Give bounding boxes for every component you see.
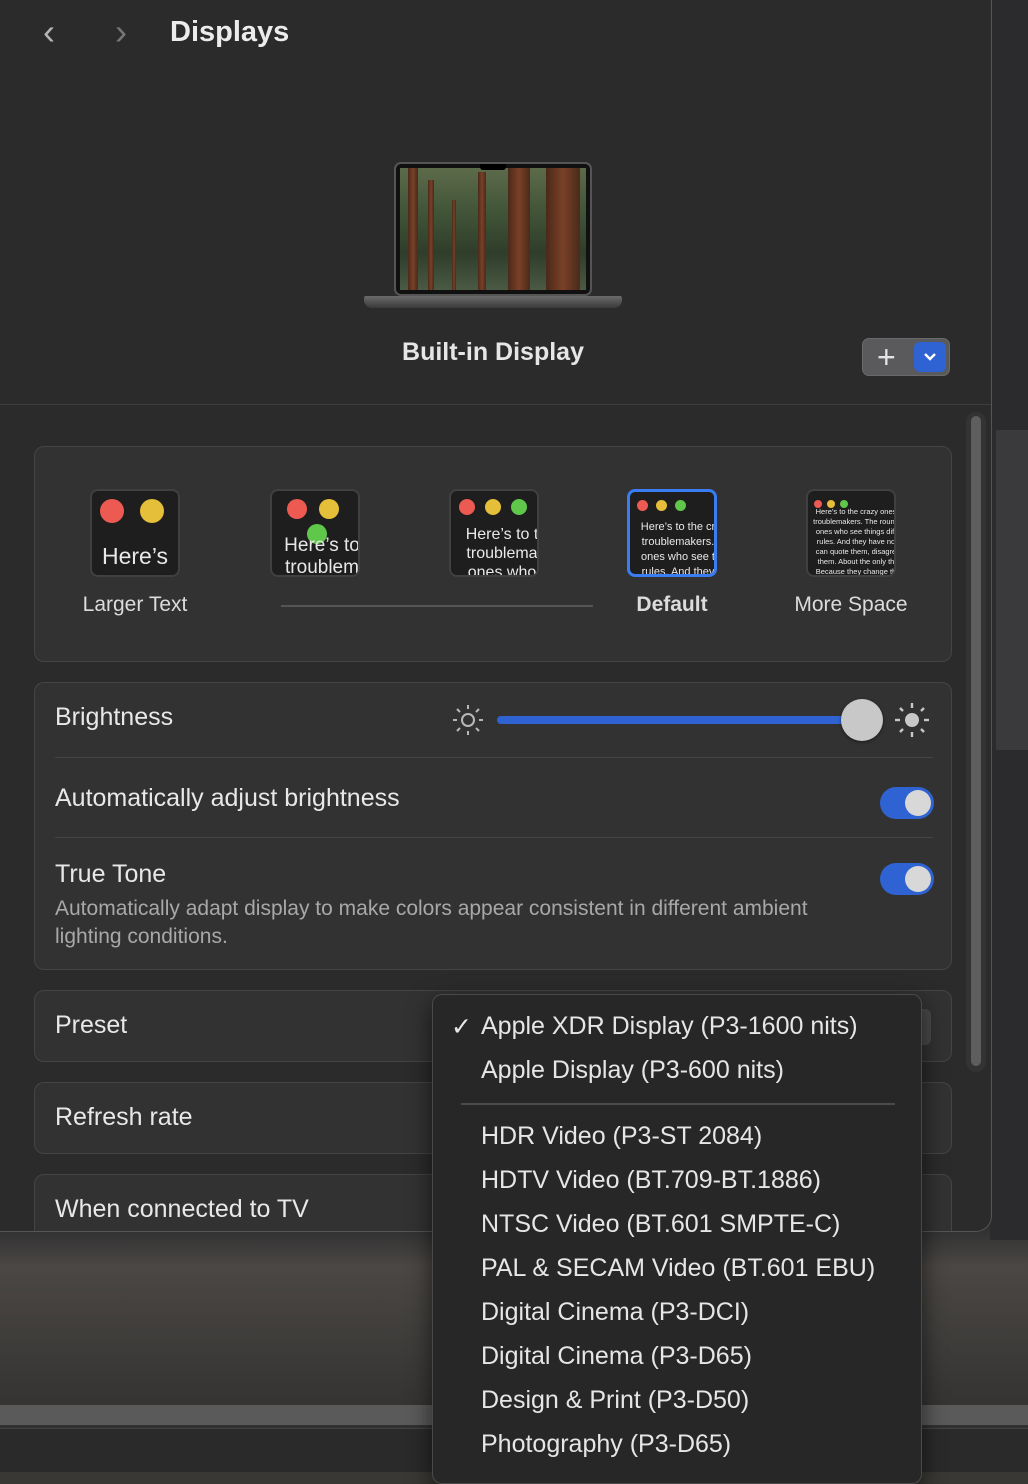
brightness-slider-track[interactable]: [497, 716, 865, 724]
menu-item-apple-xdr[interactable]: Apple XDR Display (P3-1600 nits): [481, 1012, 858, 1041]
auto-brightness-toggle[interactable]: [880, 787, 934, 819]
resolution-option-3[interactable]: Here’s to t troublema ones who: [448, 489, 540, 577]
chevron-down-icon[interactable]: [914, 342, 946, 372]
menu-item-hdtv-video[interactable]: HDTV Video (BT.709-BT.1886): [481, 1166, 821, 1195]
brightness-slider-knob[interactable]: [841, 699, 883, 741]
resolution-label: Default: [636, 593, 708, 616]
menu-separator: [461, 1103, 895, 1105]
back-icon[interactable]: ‹: [34, 14, 64, 54]
wallpaper-image: [400, 168, 586, 290]
sun-large-icon: [893, 701, 931, 744]
resolution-track: [281, 605, 593, 607]
menu-item-digital-cinema-d65[interactable]: Digital Cinema (P3-D65): [481, 1342, 752, 1371]
tv-label: When connected to TV: [55, 1195, 309, 1223]
sun-small-icon: [451, 703, 485, 742]
add-display-button[interactable]: +: [862, 338, 950, 376]
scroll-thumb[interactable]: [971, 416, 981, 1066]
menu-item-ntsc-video[interactable]: NTSC Video (BT.601 SMPTE-C): [481, 1210, 840, 1239]
display-hero: Built-in Display +: [0, 70, 991, 405]
menu-item-design-print[interactable]: Design & Print (P3-D50): [481, 1386, 749, 1415]
resolution-label: More Space: [794, 593, 908, 616]
resolution-thumbnail[interactable]: Here’s: [90, 489, 180, 577]
resolution-thumbnail[interactable]: Here’s to troublem: [270, 489, 360, 577]
menu-item-hdr-video[interactable]: HDR Video (P3-ST 2084): [481, 1122, 762, 1151]
resolution-thumbnail-selected[interactable]: Here’s to the cr troublemakers. ones who…: [627, 489, 717, 577]
true-tone-label: True Tone: [55, 860, 167, 888]
resolution-option-more-space[interactable]: Here’s to the crazy ones troublemakers. …: [794, 489, 908, 617]
resolution-option-2[interactable]: Here’s to troublem: [269, 489, 361, 577]
laptop-icon[interactable]: [364, 162, 622, 314]
resolution-thumbnail[interactable]: Here’s to t troublema ones who: [449, 489, 539, 577]
resolution-option-default[interactable]: Here’s to the cr troublemakers. ones who…: [626, 489, 718, 617]
page-title: Displays: [170, 16, 290, 48]
resolution-label: Larger Text: [82, 593, 188, 616]
menu-item-apple-display[interactable]: Apple Display (P3-600 nits): [481, 1056, 784, 1085]
preset-dropdown-menu[interactable]: ✓ Apple XDR Display (P3-1600 nits) Apple…: [432, 994, 922, 1484]
menu-item-digital-cinema-dci[interactable]: Digital Cinema (P3-DCI): [481, 1298, 749, 1327]
resolution-thumbnail[interactable]: Here’s to the crazy ones troublemakers. …: [806, 489, 896, 577]
menu-item-photography[interactable]: Photography (P3-D65): [481, 1430, 731, 1459]
plus-icon[interactable]: +: [877, 340, 896, 374]
scrollbar[interactable]: [966, 412, 986, 1072]
brightness-card: Brightness Automatically adjust brightne…: [34, 682, 952, 970]
preset-label: Preset: [55, 1011, 128, 1039]
true-tone-toggle[interactable]: [880, 863, 934, 895]
refresh-rate-label: Refresh rate: [55, 1103, 193, 1131]
menu-item-pal-secam-video[interactable]: PAL & SECAM Video (BT.601 EBU): [481, 1254, 875, 1283]
resolution-card: Here’s Larger Text Here’s to troublem He…: [34, 446, 952, 662]
display-name: Built-in Display: [402, 338, 584, 366]
resolution-option-larger-text[interactable]: Here’s Larger Text: [83, 489, 187, 617]
checkmark-icon: ✓: [451, 1013, 472, 1041]
titlebar: ‹ › Displays: [0, 0, 991, 70]
auto-brightness-label: Automatically adjust brightness: [55, 784, 400, 812]
brightness-label: Brightness: [55, 703, 174, 731]
forward-icon[interactable]: ›: [106, 14, 136, 54]
background-window: [990, 0, 1028, 1240]
true-tone-description: Automatically adapt display to make colo…: [55, 897, 808, 948]
